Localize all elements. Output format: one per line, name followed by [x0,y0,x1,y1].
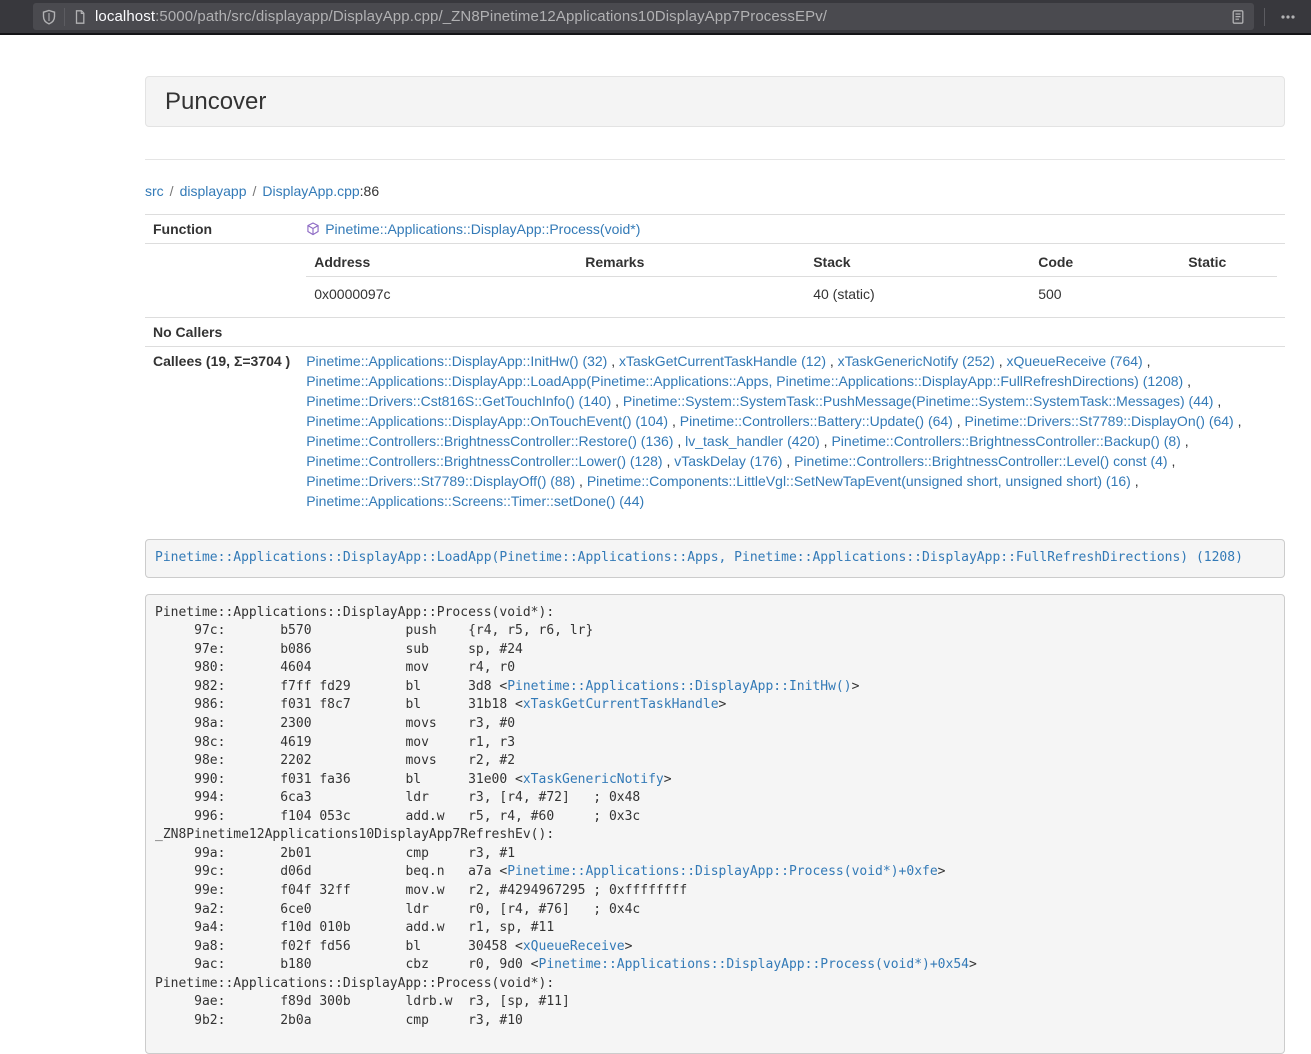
breadcrumb-separator: / [170,183,174,199]
callee-link[interactable]: Pinetime::Controllers::BrightnessControl… [306,453,662,469]
breadcrumb-separator: / [253,183,257,199]
disasm-line: 98a: 2300 movs r3, #0 [155,715,1275,734]
breadcrumb-file[interactable]: DisplayApp.cpp [262,183,359,199]
callee-link[interactable]: Pinetime::Controllers::BrightnessControl… [831,433,1180,449]
url-host: localhost [95,8,155,25]
symbol-cube-icon [306,222,320,236]
disassembly-pre: Pinetime::Applications::DisplayApp::Proc… [145,594,1285,1054]
callee-link[interactable]: Pinetime::Controllers::BrightnessControl… [306,433,673,449]
url-text: localhost:5000/path/src/displayapp/Displ… [95,8,1223,25]
page-header: Puncover [145,76,1285,127]
callee-link[interactable]: Pinetime::Controllers::Battery::Update()… [680,413,953,429]
disasm-line: 994: 6ca3 ldr r3, [r4, #72] ; 0x48 [155,789,1275,808]
reader-mode-icon[interactable] [1230,9,1246,25]
callee-link[interactable]: Pinetime::Applications::DisplayApp::Init… [306,353,607,369]
symbol-pre: Pinetime::Applications::DisplayApp::Load… [145,539,1285,578]
disasm-line: 99a: 2b01 cmp r3, #1 [155,845,1275,864]
disasm-symbol-link[interactable]: xTaskGetCurrentTaskHandle [523,697,719,712]
function-stats-row: Address Remarks Stack Code Static 0x0000… [145,244,1285,318]
callee-link[interactable]: Pinetime::Drivers::St7789::DisplayOff() … [306,473,575,489]
disasm-line: 9a4: f10d 010b add.w r1, sp, #11 [155,919,1275,938]
callees-row: Callees (19, Σ=3704 ) Pinetime::Applicat… [145,347,1285,516]
callee-link[interactable]: Pinetime::Controllers::BrightnessControl… [794,453,1167,469]
stack-value: 40 (static) [805,277,1030,314]
static-value [1180,277,1277,314]
breadcrumb-line-number: :86 [360,183,379,199]
identity-separator [64,8,65,26]
disasm-line: 9a2: 6ce0 ldr r0, [r4, #76] ; 0x4c [155,901,1275,920]
function-table: Function Pinetime::Applications::Display… [145,214,1285,515]
function-row: Function Pinetime::Applications::Display… [145,215,1285,244]
code-value: 500 [1030,277,1180,314]
col-stack: Stack [805,248,1030,277]
disasm-line: 9a8: f02f fd56 bl 30458 <xQueueReceive> [155,938,1275,957]
disasm-line: 996: f104 053c add.w r5, r4, #60 ; 0x3c [155,808,1275,827]
callee-link[interactable]: lv_task_handler (420) [685,433,820,449]
disasm-line: Pinetime::Applications::DisplayApp::Proc… [155,975,1275,994]
callees-label: Callees (19, Σ=3704 ) [145,347,298,516]
disasm-line: 98e: 2202 movs r2, #2 [155,752,1275,771]
url-bar[interactable]: localhost:5000/path/src/displayapp/Displ… [33,3,1254,30]
overflow-menu-button[interactable] [1273,3,1303,30]
callee-link[interactable]: xTaskGenericNotify (252) [838,353,995,369]
breadcrumb-src[interactable]: src [145,183,164,199]
disasm-line: 98c: 4619 mov r1, r3 [155,734,1275,753]
callee-link[interactable]: xTaskGetCurrentTaskHandle (12) [619,353,826,369]
disasm-line: Pinetime::Applications::DisplayApp::Proc… [155,604,1275,623]
disasm-symbol-link[interactable]: Pinetime::Applications::DisplayApp::Init… [507,679,851,694]
no-callers-row: No Callers [145,318,1285,347]
breadcrumb: src / displayapp / DisplayApp.cpp:86 [145,181,1285,201]
disasm-line: 982: f7ff fd29 bl 3d8 <Pinetime::Applica… [155,678,1275,697]
disasm-line: 9ae: f89d 300b ldrb.w r3, [sp, #11] [155,993,1275,1012]
col-remarks: Remarks [577,248,805,277]
disasm-line: 9b2: 2b0a cmp r3, #10 [155,1012,1275,1031]
remarks-value [577,277,805,314]
disasm-symbol-link[interactable]: Pinetime::Applications::DisplayApp::Proc… [539,957,969,972]
browser-toolbar: localhost:5000/path/src/displayapp/Displ… [0,0,1311,35]
stats-table: Address Remarks Stack Code Static 0x0000… [306,248,1277,313]
col-static: Static [1180,248,1277,277]
callee-link[interactable]: Pinetime::Applications::DisplayApp::OnTo… [306,413,668,429]
disasm-symbol-link[interactable]: xQueueReceive [523,939,625,954]
disasm-line: 97e: b086 sub sp, #24 [155,641,1275,660]
disasm-line: 980: 4604 mov r4, r0 [155,659,1275,678]
disasm-line: 97c: b570 push {r4, r5, r6, lr} [155,622,1275,641]
disasm-line: 9ac: b180 cbz r0, 9d0 <Pinetime::Applica… [155,956,1275,975]
disasm-line: _ZN8Pinetime12Applications10DisplayApp7R… [155,826,1275,845]
disasm-symbol-link[interactable]: Pinetime::Applications::DisplayApp::Proc… [507,864,937,879]
page-title: Puncover [165,89,1265,114]
url-path: :5000/path/src/displayapp/DisplayApp.cpp… [155,8,827,25]
address-value: 0x0000097c [306,277,577,314]
callee-link[interactable]: Pinetime::Applications::DisplayApp::Load… [306,373,1183,389]
callee-link[interactable]: Pinetime::System::SystemTask::PushMessag… [623,393,1214,409]
callee-link[interactable]: xQueueReceive (764) [1007,353,1143,369]
disasm-symbol-link[interactable]: xTaskGenericNotify [523,772,664,787]
callee-link[interactable]: Pinetime::Applications::Screens::Timer::… [306,493,644,509]
function-name-link[interactable]: Pinetime::Applications::DisplayApp::Proc… [325,221,640,237]
shield-icon[interactable] [41,9,57,25]
function-label: Function [145,215,298,244]
stats-row: 0x0000097c 40 (static) 500 [306,277,1277,314]
callees-list: Pinetime::Applications::DisplayApp::Init… [298,347,1285,516]
col-code: Code [1030,248,1180,277]
page-content: Puncover src / displayapp / DisplayApp.cpp:8… [145,76,1285,1054]
callee-link[interactable]: Pinetime::Components::LittleVgl::SetNewT… [587,473,1131,489]
page-icon[interactable] [72,9,88,25]
callee-link[interactable]: Pinetime::Drivers::St7789::DisplayOn() (… [965,413,1234,429]
disasm-line: 986: f031 f8c7 bl 31b18 <xTaskGetCurrent… [155,696,1275,715]
col-address: Address [306,248,577,277]
divider [145,159,1285,160]
no-callers-label: No Callers [145,318,298,347]
loadapp-symbol-link[interactable]: Pinetime::Applications::DisplayApp::Load… [155,550,1243,565]
toolbar-separator [1264,8,1265,26]
callee-link[interactable]: Pinetime::Drivers::Cst816S::GetTouchInfo… [306,393,611,409]
disasm-line: 99e: f04f 32ff mov.w r2, #4294967295 ; 0… [155,882,1275,901]
callee-link[interactable]: vTaskDelay (176) [674,453,782,469]
disasm-line: 99c: d06d beq.n a7a <Pinetime::Applicati… [155,863,1275,882]
disasm-line: 990: f031 fa36 bl 31e00 <xTaskGenericNot… [155,771,1275,790]
breadcrumb-displayapp[interactable]: displayapp [180,183,247,199]
